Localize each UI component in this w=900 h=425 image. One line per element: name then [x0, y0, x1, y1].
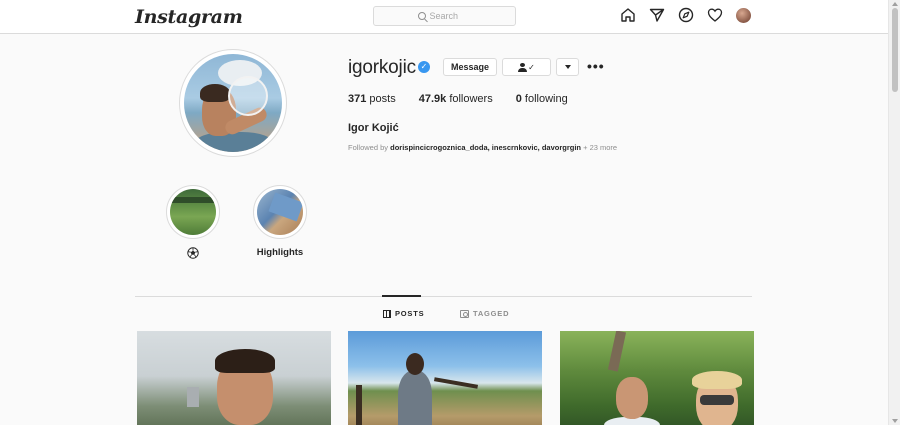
- activity-heart-icon[interactable]: [707, 7, 723, 23]
- following-stat[interactable]: 0 following: [516, 93, 568, 105]
- verified-badge-icon: ✓: [418, 61, 430, 73]
- search-input[interactable]: [429, 11, 472, 21]
- top-nav: Instagram: [0, 0, 888, 34]
- home-icon[interactable]: [620, 7, 636, 23]
- followers-stat[interactable]: 47.9k followers: [419, 93, 493, 105]
- scroll-up-arrow-icon[interactable]: [892, 2, 898, 6]
- message-button[interactable]: Message: [443, 58, 497, 76]
- highlight-cover: [170, 189, 216, 235]
- profile-username: igorkojic: [348, 57, 416, 78]
- person-icon: [518, 62, 528, 72]
- tagged-icon: [460, 309, 469, 318]
- followed-by-names: dorispincicrogoznica_doda, inescrnkovic,…: [390, 143, 582, 152]
- grid-icon: [383, 309, 391, 318]
- post-thumbnail[interactable]: [137, 331, 331, 425]
- profile-stats: 371 posts 47.9k followers 0 following: [348, 93, 591, 105]
- following-button[interactable]: ✓: [502, 58, 551, 76]
- search-box[interactable]: [373, 6, 516, 26]
- soccer-ball-icon: [187, 247, 199, 259]
- profile-photo: [184, 54, 282, 152]
- followed-by-more: + 23 more: [583, 143, 618, 152]
- explore-icon[interactable]: [678, 7, 694, 23]
- scroll-down-arrow-icon[interactable]: [892, 419, 898, 423]
- posts-stat: 371 posts: [348, 93, 396, 105]
- scroll-thumb[interactable]: [892, 8, 898, 92]
- tab-posts[interactable]: POSTS: [383, 309, 424, 318]
- post-thumbnail[interactable]: [348, 331, 542, 425]
- highlight-cover: [257, 189, 303, 235]
- highlight-label: Highlights: [256, 247, 304, 258]
- active-tab-indicator: [382, 295, 421, 297]
- profile-avatar[interactable]: [736, 7, 751, 23]
- followed-by-text[interactable]: Followed by dorispincicrogoznica_doda, i…: [348, 143, 617, 152]
- post-thumbnail[interactable]: [560, 331, 754, 425]
- suggestions-dropdown-button[interactable]: [556, 58, 579, 76]
- nav-icons: [620, 7, 751, 23]
- chevron-down-icon: [564, 65, 571, 69]
- profile-full-name: Igor Kojić: [348, 122, 399, 134]
- more-options-icon[interactable]: •••: [587, 59, 605, 73]
- instagram-logo[interactable]: Instagram: [135, 6, 243, 28]
- following-check: ✓: [528, 62, 535, 72]
- search-icon: [417, 12, 426, 20]
- direct-icon[interactable]: [649, 7, 665, 23]
- highlight-soccer[interactable]: [165, 185, 221, 259]
- tab-tagged[interactable]: TAGGED: [460, 309, 509, 318]
- tabs-divider: [135, 296, 752, 297]
- page-scrollbar[interactable]: [888, 0, 900, 425]
- highlight-highlights[interactable]: Highlights: [252, 185, 308, 258]
- profile-picture[interactable]: [179, 49, 287, 157]
